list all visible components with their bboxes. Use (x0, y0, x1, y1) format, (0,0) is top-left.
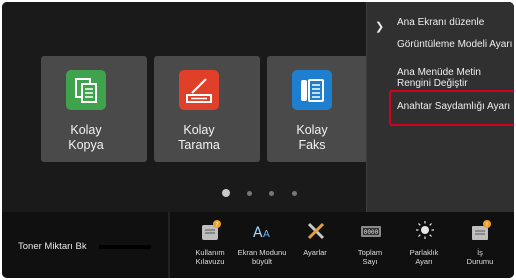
action-menu-panel: ❯ Ana Ekranı düzenle Görüntüleme Modeli … (366, 2, 514, 212)
menu-item-change-text-color[interactable]: Ana Menüde Metin Rengini Değiştir (397, 67, 481, 89)
chevron-right-icon[interactable]: ❯ (375, 20, 384, 33)
brightness-icon (414, 220, 436, 242)
tile-label-line1: Kolay (296, 123, 328, 137)
enlarge-display-mode-button[interactable]: A A Ekran Modunu büyült (234, 220, 290, 276)
user-manual-button[interactable]: ? Kullanım Kılavuzu (182, 220, 238, 276)
fax-icon (292, 70, 332, 110)
page-dot[interactable] (247, 191, 252, 196)
taskbar-divider (168, 212, 170, 278)
toner-level-label: Toner Miktarı Bk (18, 241, 87, 252)
tile-label-line2: Tarama (178, 138, 220, 152)
brightness-adjust-button[interactable]: Parlaklık Ayarı (396, 220, 452, 276)
job-status-button[interactable]: ! İş Durumu (452, 220, 508, 276)
svg-text:0000: 0000 (364, 229, 379, 236)
manual-icon: ? (200, 220, 222, 242)
zoom-text-icon: A A (252, 220, 274, 242)
menu-item-display-pattern[interactable]: Görüntüleme Modeli Ayarı (397, 39, 512, 50)
home-screen: Kolay Kopya Kolay Tarama Kolay Faks ❯ An… (2, 2, 514, 212)
page-dot-active[interactable] (222, 189, 230, 197)
svg-text:!: ! (486, 222, 488, 229)
easy-copy-tile[interactable]: Kolay Kopya (41, 56, 147, 162)
toner-level-bar (99, 245, 151, 249)
tile-label-line1: Kolay (70, 123, 102, 137)
tile-label-line1: Kolay (183, 123, 215, 137)
job-status-icon: ! (470, 220, 492, 242)
settings-button[interactable]: Ayarlar (287, 220, 343, 276)
copy-icon (66, 70, 106, 110)
menu-item-key-transparency[interactable]: Anahtar Saydamlığı Ayarı (397, 101, 510, 112)
svg-text:?: ? (215, 222, 218, 229)
bottom-taskbar: Toner Miktarı Bk ? Kullanım Kılavuzu A A… (2, 212, 514, 278)
counter-icon: 0000 (360, 220, 382, 242)
easy-fax-tile[interactable]: Kolay Faks (267, 56, 373, 162)
page-dot[interactable] (292, 191, 297, 196)
easy-scan-tile[interactable]: Kolay Tarama (154, 56, 260, 162)
scan-icon (179, 70, 219, 110)
page-dot[interactable] (269, 191, 274, 196)
svg-text:A: A (263, 229, 270, 240)
svg-text:A: A (253, 225, 263, 241)
tile-label-line2: Faks (298, 138, 326, 152)
tile-label-line2: Kopya (68, 138, 104, 152)
menu-item-edit-home[interactable]: Ana Ekranı düzenle (397, 17, 484, 28)
page-indicator (222, 189, 312, 199)
settings-tools-icon (305, 220, 327, 242)
total-count-button[interactable]: 0000 Toplam Sayı (342, 220, 398, 276)
touch-panel-screen: Kolay Kopya Kolay Tarama Kolay Faks ❯ An… (2, 2, 514, 278)
